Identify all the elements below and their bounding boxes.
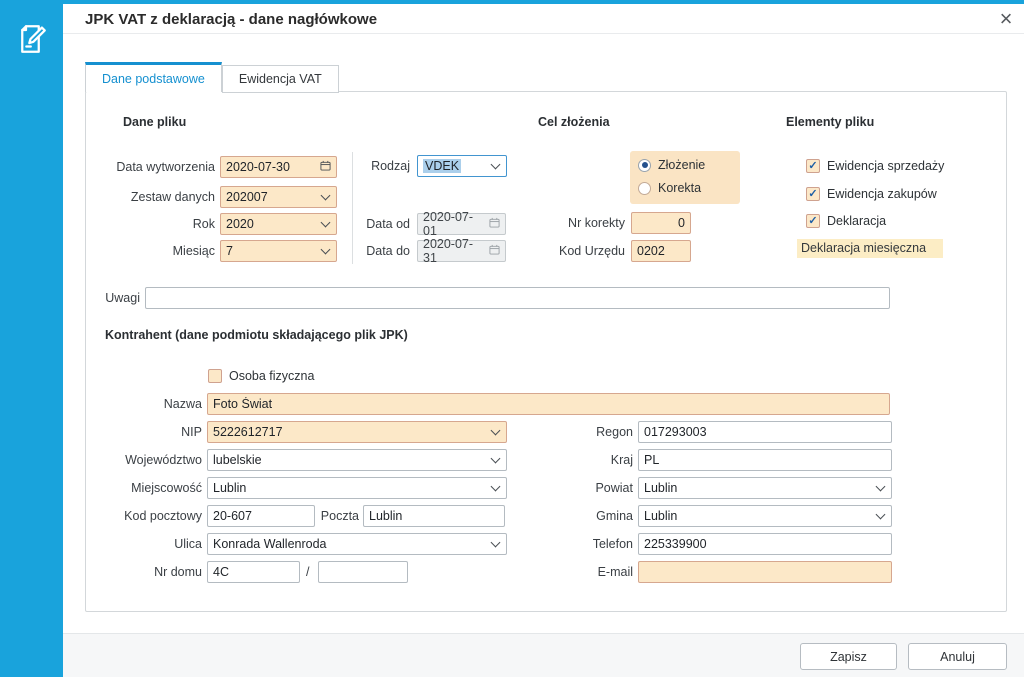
nazwa-label: Nazwa (90, 393, 202, 415)
nr-lokalu-input[interactable] (318, 561, 408, 583)
checkbox-label[interactable]: Deklaracja (827, 213, 886, 229)
nip-select[interactable]: 5222612717 (207, 421, 507, 443)
kod-pocztowy-input[interactable] (207, 505, 315, 527)
calendar-icon (320, 160, 331, 174)
deklaracja-miesieczna-note: Deklaracja miesięczna (797, 239, 943, 258)
radio-selected-icon[interactable] (638, 159, 651, 172)
kod-pocztowy-label: Kod pocztowy (90, 505, 202, 527)
radio-unselected-icon[interactable] (638, 182, 651, 195)
powiat-label: Powiat (520, 477, 633, 499)
rok-label: Rok (95, 213, 215, 235)
chevron-down-icon (876, 509, 886, 519)
title-divider (63, 33, 1024, 34)
calendar-icon (489, 244, 500, 258)
cancel-button[interactable]: Anuluj (908, 643, 1007, 670)
checkbox-label[interactable]: Ewidencja sprzedaży (827, 158, 944, 174)
tab-dane-podstawowe[interactable]: Dane podstawowe (85, 62, 222, 92)
tabbar: Dane podstawowe Ewidencja VAT (85, 62, 339, 92)
telefon-input[interactable] (638, 533, 892, 555)
miejscowosc-label: Miejscowość (90, 477, 202, 499)
ulica-select[interactable]: Konrada Wallenroda (207, 533, 507, 555)
nr-domu-label: Nr domu (90, 561, 202, 583)
save-button[interactable]: Zapisz (800, 643, 897, 670)
regon-label: Regon (520, 421, 633, 443)
nazwa-input[interactable] (207, 393, 890, 415)
group-title-cel-zlozenia: Cel złożenia (538, 115, 610, 129)
radio-zlozenie[interactable]: Złożenie (638, 157, 705, 173)
chevron-down-icon (321, 244, 331, 254)
kraj-label: Kraj (520, 449, 633, 471)
zestaw-danych-select[interactable]: 202007 (220, 186, 337, 208)
chevron-down-icon (491, 425, 501, 435)
chevron-down-icon (491, 159, 501, 169)
nr-domu-separator: / (306, 561, 309, 583)
osoba-fizyczna-label[interactable]: Osoba fizyczna (229, 368, 314, 384)
kraj-input[interactable] (638, 449, 892, 471)
chevron-down-icon (491, 481, 501, 491)
regon-input[interactable] (638, 421, 892, 443)
wojewodztwo-label: Województwo (90, 449, 202, 471)
checkbox-label[interactable]: Ewidencja zakupów (827, 186, 937, 202)
checkbox-ewidencja-sprzedazy[interactable]: ✓ (806, 159, 820, 173)
data-od-field: 2020-07-01 (417, 213, 506, 235)
miesiac-label: Miesiąc (95, 240, 215, 262)
rodzaj-label: Rodzaj (340, 155, 410, 177)
data-do-field: 2020-07-31 (417, 240, 506, 262)
ulica-label: Ulica (90, 533, 202, 555)
kod-urzedu-input[interactable] (631, 240, 691, 262)
checkbox-ewidencja-zakupow[interactable]: ✓ (806, 187, 820, 201)
rodzaj-select[interactable]: VDEK (417, 155, 507, 177)
powiat-select[interactable]: Lublin (638, 477, 892, 499)
tab-ewidencja-vat[interactable]: Ewidencja VAT (222, 65, 339, 93)
group-title-dane-pliku: Dane pliku (123, 115, 186, 129)
gmina-label: Gmina (520, 505, 633, 527)
gmina-select[interactable]: Lublin (638, 505, 892, 527)
dialog-window: JPK VAT z deklaracją - dane nagłówkowe ×… (0, 0, 1024, 677)
data-wytworzenia-field[interactable]: 2020-07-30 (220, 156, 337, 178)
chevron-down-icon (876, 481, 886, 491)
email-label: E-mail (520, 561, 633, 583)
calendar-icon (489, 217, 500, 231)
miesiac-select[interactable]: 7 (220, 240, 337, 262)
uwagi-input[interactable] (145, 287, 890, 309)
nr-korekty-input[interactable] (631, 212, 691, 234)
dialog-title: JPK VAT z deklaracją - dane nagłówkowe (85, 11, 377, 28)
wojewodztwo-select[interactable]: lubelskie (207, 449, 507, 471)
email-input[interactable] (638, 561, 892, 583)
radio-korekta[interactable]: Korekta (638, 180, 701, 196)
kod-urzedu-label: Kod Urzędu (535, 240, 625, 262)
nr-korekty-label: Nr korekty (535, 212, 625, 234)
nr-domu-input[interactable] (207, 561, 300, 583)
rok-select[interactable]: 2020 (220, 213, 337, 235)
chevron-down-icon (491, 453, 501, 463)
telefon-label: Telefon (520, 533, 633, 555)
checkbox-deklaracja[interactable]: ✓ (806, 214, 820, 228)
group-title-elementy-pliku: Elementy pliku (786, 115, 874, 129)
close-icon[interactable]: × (994, 8, 1018, 32)
checkbox-osoba-fizyczna[interactable] (208, 369, 222, 383)
data-do-label: Data do (340, 240, 410, 262)
chevron-down-icon (491, 537, 501, 547)
poczta-label: Poczta (315, 505, 359, 527)
zestaw-danych-label: Zestaw danych (95, 186, 215, 208)
accent-topline (0, 0, 1024, 4)
chevron-down-icon (321, 190, 331, 200)
uwagi-label: Uwagi (70, 287, 140, 309)
data-wytworzenia-label: Data wytworzenia (95, 156, 215, 178)
poczta-input[interactable] (363, 505, 505, 527)
nip-label: NIP (90, 421, 202, 443)
data-od-label: Data od (340, 213, 410, 235)
chevron-down-icon (321, 217, 331, 227)
sidebar (0, 0, 63, 677)
group-title-kontrahent: Kontrahent (dane podmiotu składającego p… (105, 328, 408, 342)
miejscowosc-select[interactable]: Lublin (207, 477, 507, 499)
